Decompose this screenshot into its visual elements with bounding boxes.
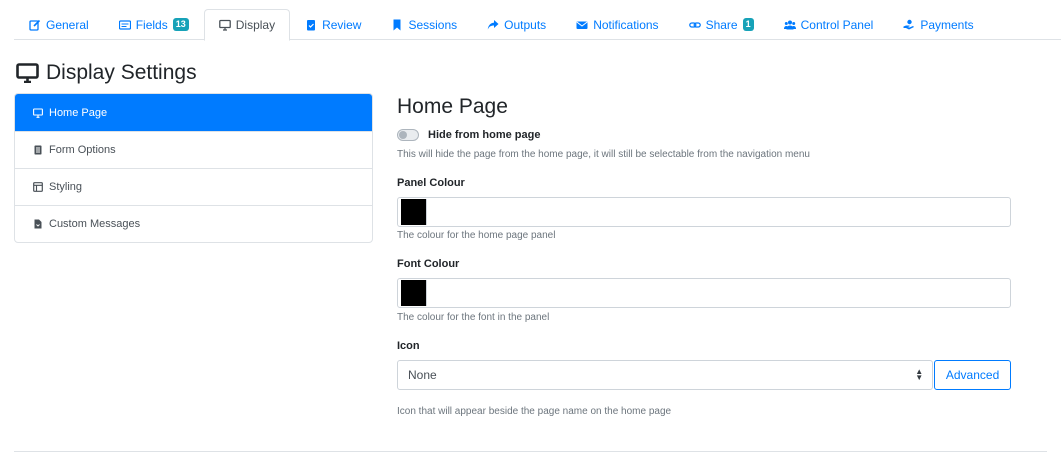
font-colour-help: The colour for the font in the panel: [397, 312, 550, 323]
sidebar-item-label: Custom Messages: [49, 218, 141, 230]
advanced-button[interactable]: Advanced: [934, 360, 1011, 390]
bookmark-icon: [391, 19, 403, 31]
icon-help: Icon that will appear beside the page na…: [397, 406, 672, 417]
payment-hand-icon: [903, 19, 915, 31]
envelope-icon: [576, 19, 588, 31]
hide-from-home-switch[interactable]: [397, 129, 419, 141]
tab-label: Share: [705, 17, 738, 32]
tab-label: Notifications: [593, 17, 659, 32]
tab-review[interactable]: Review: [290, 9, 376, 40]
layout-icon: [33, 182, 43, 192]
tab-notifications[interactable]: Notifications: [561, 9, 673, 40]
tab-label: Sessions: [408, 17, 458, 32]
tab-label: General: [46, 17, 89, 32]
tab-label: Control Panel: [800, 17, 874, 32]
sidebar-item-label: Home Page: [49, 106, 108, 119]
tab-sessions[interactable]: Sessions: [376, 9, 472, 40]
share-arrow-icon: [487, 19, 499, 31]
settings-tabs: General Fields 13 Display Review Session…: [14, 9, 1061, 41]
icon-select[interactable]: None ▲ ▼: [397, 360, 934, 390]
page-title: Display Settings: [16, 61, 197, 85]
font-colour-input[interactable]: [397, 278, 1011, 308]
tab-label: Review: [322, 17, 362, 32]
desktop-icon: [16, 63, 39, 83]
list-icon: [33, 145, 43, 155]
tab-label: Fields: [135, 17, 168, 32]
divider: [14, 451, 1047, 452]
panel-colour-label: Panel Colour: [397, 177, 465, 189]
sidebar-item-label: Styling: [49, 181, 83, 193]
desktop-icon: [218, 19, 231, 31]
share-count-badge: 1: [742, 18, 754, 31]
sidebar-item-home-page[interactable]: Home Page: [15, 94, 372, 131]
display-settings-menu: Home Page Form Options Styling Custom Me…: [14, 93, 373, 243]
font-colour-swatch[interactable]: [401, 280, 427, 306]
sidebar-item-form-options[interactable]: Form Options: [15, 131, 372, 168]
hide-from-home-toggle-row: Hide from home page: [397, 129, 1011, 141]
sidebar-item-styling[interactable]: Styling: [15, 168, 372, 205]
icon-select-row: None ▲ ▼ Advanced: [397, 360, 1011, 390]
tab-display[interactable]: Display: [203, 9, 291, 41]
tab-share[interactable]: Share 1: [674, 9, 769, 40]
font-colour-label: Font Colour: [397, 258, 460, 270]
sidebar-item-label: Form Options: [49, 144, 116, 156]
users-icon: [783, 19, 796, 31]
edit-icon: [29, 19, 41, 31]
icon-label: Icon: [397, 340, 420, 352]
tab-payments[interactable]: Payments: [888, 9, 988, 40]
section-title: Home Page: [397, 95, 508, 118]
tab-label: Outputs: [504, 17, 547, 32]
desktop-icon: [33, 107, 43, 118]
hide-from-home-help: This will hide the page from the home pa…: [397, 149, 810, 160]
tab-label: Display: [235, 18, 276, 32]
select-arrows-icon: ▲ ▼: [915, 367, 924, 382]
file-icon: [33, 219, 43, 229]
tab-fields[interactable]: Fields 13: [104, 9, 204, 40]
tab-general[interactable]: General: [14, 9, 104, 40]
panel-colour-swatch[interactable]: [401, 199, 427, 225]
clipboard-check-icon: [305, 19, 317, 31]
tab-label: Payments: [920, 17, 974, 32]
form-fields-icon: [118, 19, 131, 31]
tab-outputs[interactable]: Outputs: [472, 9, 561, 40]
panel-colour-input[interactable]: [397, 197, 1011, 227]
panel-colour-help: The colour for the home page panel: [397, 230, 556, 241]
home-page-settings: Home Page Hide from home page This will …: [397, 95, 1011, 417]
page-title-text: Display Settings: [46, 61, 197, 84]
link-icon: [688, 19, 701, 31]
fields-count-badge: 13: [172, 18, 189, 31]
tab-control-panel[interactable]: Control Panel: [769, 9, 889, 40]
icon-select-value: None: [408, 368, 437, 382]
sidebar-item-custom-messages[interactable]: Custom Messages: [15, 205, 372, 242]
hide-from-home-label: Hide from home page: [428, 129, 541, 141]
